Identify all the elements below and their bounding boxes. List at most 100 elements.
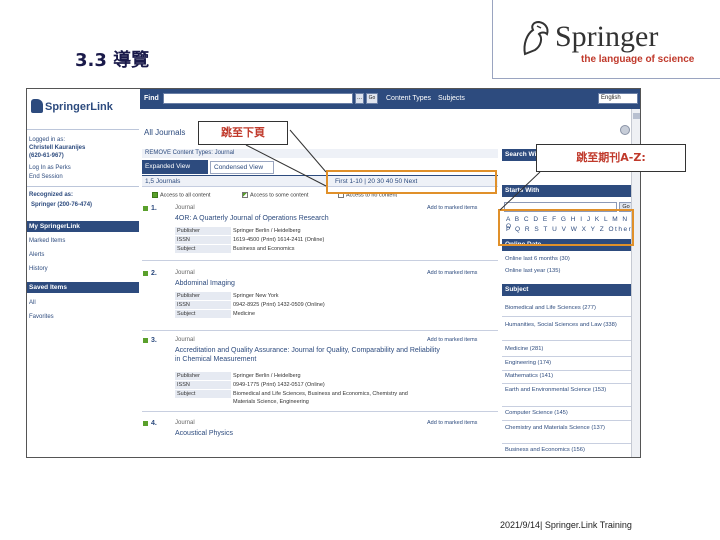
access-all-label: Access to all content <box>160 192 211 199</box>
user-id: (620-61-967) <box>29 153 64 159</box>
item-number: 3. <box>151 337 157 344</box>
find-input[interactable] <box>163 93 353 104</box>
meta-value: Materials Science, Engineering <box>233 399 309 405</box>
meta-key: ISSN <box>175 381 231 389</box>
subject-filter-link[interactable]: Biomedical and Life Sciences (277) <box>505 305 633 312</box>
subject-divider <box>502 420 634 421</box>
subject-divider <box>502 443 634 444</box>
org-name: Springer (200-76-474) <box>31 202 93 208</box>
item-divider <box>142 260 498 261</box>
logout-link[interactable]: Log In as Perks <box>29 165 71 171</box>
subjects-link[interactable]: Subjects <box>438 95 465 102</box>
find-more-button[interactable]: ... <box>355 93 364 104</box>
subject-filter-link[interactable]: Mathematics (141) <box>505 373 633 380</box>
meta-value: Springer Berlin / Heidelberg <box>233 228 301 234</box>
meta-key: Subject <box>175 390 231 398</box>
favorites-link[interactable]: Favorites <box>29 314 54 320</box>
history-link[interactable]: History <box>29 266 48 272</box>
header-divider <box>492 0 493 78</box>
subject-filter-link[interactable]: Chemistry and Materials Science (137) <box>505 425 633 432</box>
meta-value: Springer Berlin / Heidelberg <box>233 373 301 379</box>
content-types-link[interactable]: Content Types <box>386 95 431 102</box>
result-count: 1,5 Journals <box>145 178 181 185</box>
date-filter-link[interactable]: Online last year (135) <box>505 268 633 275</box>
access-some-label: Access to some content <box>250 192 309 199</box>
subject-filter-link[interactable]: Computer Science (145) <box>505 410 633 417</box>
alerts-link[interactable]: Alerts <box>29 252 44 258</box>
saved-all-link[interactable]: All <box>29 300 36 306</box>
access-flag-icon <box>143 271 148 276</box>
subject-filter-link[interactable]: Humanities, Social Sciences and Law (338… <box>505 322 633 329</box>
subject-filter-link[interactable]: Earth and Environmental Science (153) <box>505 387 633 394</box>
sidebar-divider <box>27 186 139 187</box>
meta-value: Business and Economics <box>233 246 295 252</box>
help-icon[interactable] <box>620 125 630 135</box>
meta-key: Publisher <box>175 292 231 300</box>
meta-value: 0942-8925 (Print) 1432-0509 (Online) <box>233 302 325 308</box>
scrollbar-thumb[interactable] <box>633 113 640 119</box>
meta-key: Subject <box>175 245 231 253</box>
marked-items-link[interactable]: Marked Items <box>29 238 65 244</box>
horse-logo-icon <box>523 20 549 56</box>
language-select[interactable]: English <box>598 93 638 104</box>
add-to-marked-link[interactable]: Add to marked items <box>427 205 477 211</box>
my-springerlink-header[interactable]: My SpringerLink <box>27 221 139 232</box>
remove-filter-link[interactable]: REMOVE Content Types: Journal <box>142 149 498 158</box>
item-number: 4. <box>151 420 157 427</box>
subject-filter-link[interactable]: Business and Economics (156) <box>505 447 633 454</box>
meta-value: 0949-1775 (Print) 1432-0517 (Online) <box>233 382 325 388</box>
access-flag-icon <box>143 421 148 426</box>
results-column: All Journals REMOVE Content Types: Journ… <box>140 109 500 457</box>
springerlink-logo-text: SpringerLink <box>45 101 113 113</box>
subject-filter-link[interactable]: Medicine (281) <box>505 346 633 353</box>
meta-key: Subject <box>175 310 231 318</box>
meta-value: 1619-4500 (Print) 1614-2411 (Online) <box>233 237 325 243</box>
date-filter-link[interactable]: Online last 6 months (30) <box>505 256 633 263</box>
item-title-link[interactable]: Accreditation and Quality Assurance: Jou… <box>175 346 440 364</box>
item-type: Journal <box>175 270 195 276</box>
alphabet-highlight <box>498 209 634 246</box>
springerlink-mark-icon <box>31 99 43 113</box>
tab-condensed-view[interactable]: Condensed View <box>210 161 274 174</box>
item-title-link[interactable]: 4OR: A Quarterly Journal of Operations R… <box>175 214 440 223</box>
search-topbar: Find ... Go Content Types Subjects Engli… <box>140 89 640 109</box>
add-to-marked-link[interactable]: Add to marked items <box>427 337 477 343</box>
meta-value: Springer New York <box>233 293 279 299</box>
partial-access-icon <box>242 192 248 198</box>
item-type: Journal <box>175 205 195 211</box>
goto-page-callout: 跳至下頁 <box>198 121 288 145</box>
access-some-legend: Access to some content <box>242 192 308 198</box>
meta-key: Publisher <box>175 227 231 235</box>
access-flag-icon <box>143 206 148 211</box>
user-name: Christell Kauranijes <box>29 145 86 151</box>
meta-key: Publisher <box>175 372 231 380</box>
springerlink-logo[interactable]: SpringerLink <box>31 95 136 119</box>
header-divider-horizontal <box>492 78 720 79</box>
subject-divider <box>502 356 634 357</box>
add-to-marked-link[interactable]: Add to marked items <box>427 270 477 276</box>
subject-filter-link[interactable]: Engineering (174) <box>505 360 633 367</box>
brand-name: Springer <box>555 20 659 53</box>
sidebar-divider <box>27 129 139 130</box>
slide-title: 3.3 導覽 <box>75 50 150 71</box>
item-title-link[interactable]: Acoustical Physics <box>175 429 440 438</box>
meta-value: Medicine <box>233 311 256 317</box>
springer-brand-logo: Springer the language of science <box>515 18 715 68</box>
meta-key: ISSN <box>175 236 231 244</box>
access-all-legend: Access to all content <box>152 192 210 198</box>
item-title-link[interactable]: Abdominal Imaging <box>175 279 440 288</box>
goto-journal-callout: 跳至期刊A-Z: <box>536 144 686 172</box>
add-to-marked-link[interactable]: Add to marked items <box>427 420 477 426</box>
item-divider <box>142 330 498 331</box>
subject-divider <box>502 340 634 341</box>
recognized-label: Recognized as: <box>29 192 74 198</box>
saved-items-header[interactable]: Saved Items <box>27 282 139 293</box>
brand-tagline: the language of science <box>581 54 695 65</box>
all-journals-breadcrumb[interactable]: All Journals <box>144 128 185 137</box>
end-session-link[interactable]: End Session <box>29 174 63 180</box>
find-go-button[interactable]: Go <box>366 93 378 104</box>
subject-divider <box>502 370 634 371</box>
meta-key <box>175 398 231 406</box>
item-type: Journal <box>175 420 195 426</box>
tab-expanded-view[interactable]: Expanded View <box>142 160 208 174</box>
